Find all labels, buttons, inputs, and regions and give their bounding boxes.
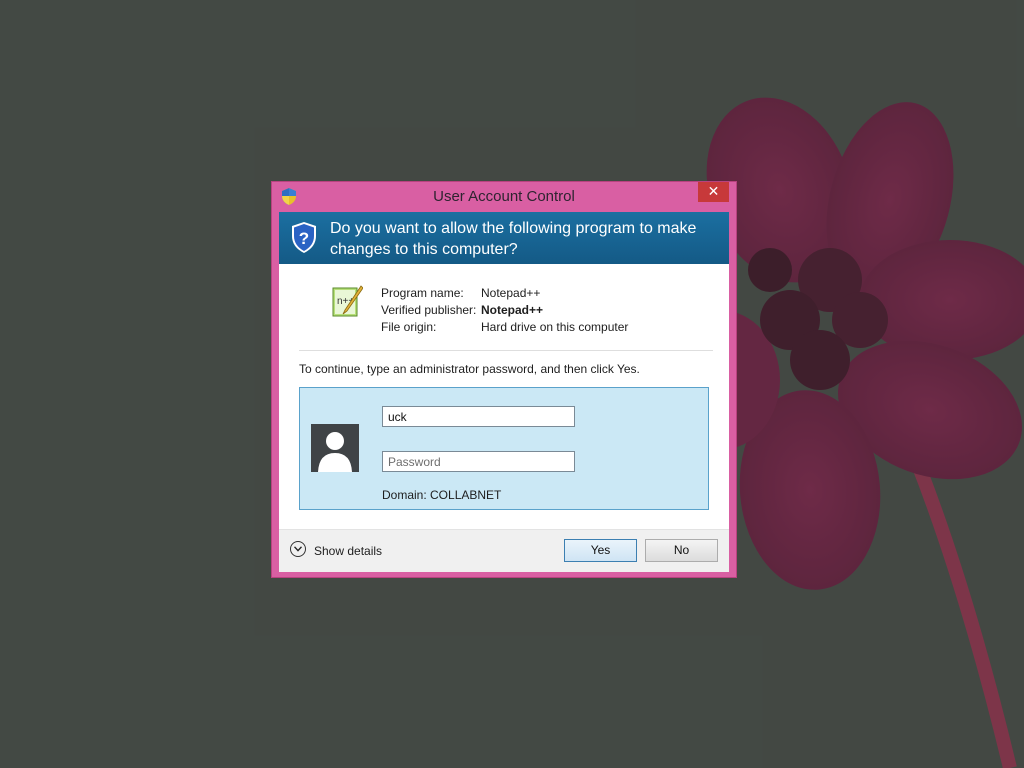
program-name-label: Program name: bbox=[381, 286, 464, 300]
title-bar: User Account Control ✕ bbox=[272, 182, 736, 212]
username-input[interactable] bbox=[382, 406, 575, 427]
user-avatar-icon bbox=[311, 424, 359, 472]
chevron-down-icon[interactable] bbox=[290, 541, 306, 557]
file-origin-value: Hard drive on this computer bbox=[481, 320, 629, 334]
password-input[interactable] bbox=[382, 451, 575, 472]
svg-text:?: ? bbox=[299, 229, 309, 248]
instruction-text: To continue, type an administrator passw… bbox=[299, 362, 640, 376]
publisher-value: Notepad++ bbox=[481, 303, 544, 317]
question-banner: ? Do you want to allow the following pro… bbox=[279, 212, 729, 264]
file-origin-label: File origin: bbox=[381, 320, 437, 334]
yes-button[interactable]: Yes bbox=[564, 539, 637, 562]
window-title: User Account Control bbox=[433, 188, 575, 205]
dialog-content: ? Do you want to allow the following pro… bbox=[279, 212, 729, 572]
question-text: Do you want to allow the following progr… bbox=[330, 220, 697, 258]
close-button[interactable]: ✕ bbox=[698, 182, 729, 202]
show-details-link[interactable]: Show details bbox=[314, 544, 382, 558]
domain-label: Domain: COLLABNET bbox=[382, 488, 502, 502]
uac-shield-icon: ? bbox=[292, 222, 316, 253]
program-name-value: Notepad++ bbox=[481, 286, 541, 300]
dialog-footer: Show details Yes No bbox=[279, 529, 729, 572]
notepad-plus-plus-icon: n++ bbox=[332, 285, 363, 317]
uac-dialog: User Account Control ✕ ? Do you want to … bbox=[271, 181, 737, 578]
divider bbox=[299, 350, 713, 351]
publisher-label: Verified publisher: bbox=[381, 303, 477, 317]
credentials-panel: Domain: COLLABNET bbox=[299, 387, 709, 510]
no-button[interactable]: No bbox=[645, 539, 718, 562]
